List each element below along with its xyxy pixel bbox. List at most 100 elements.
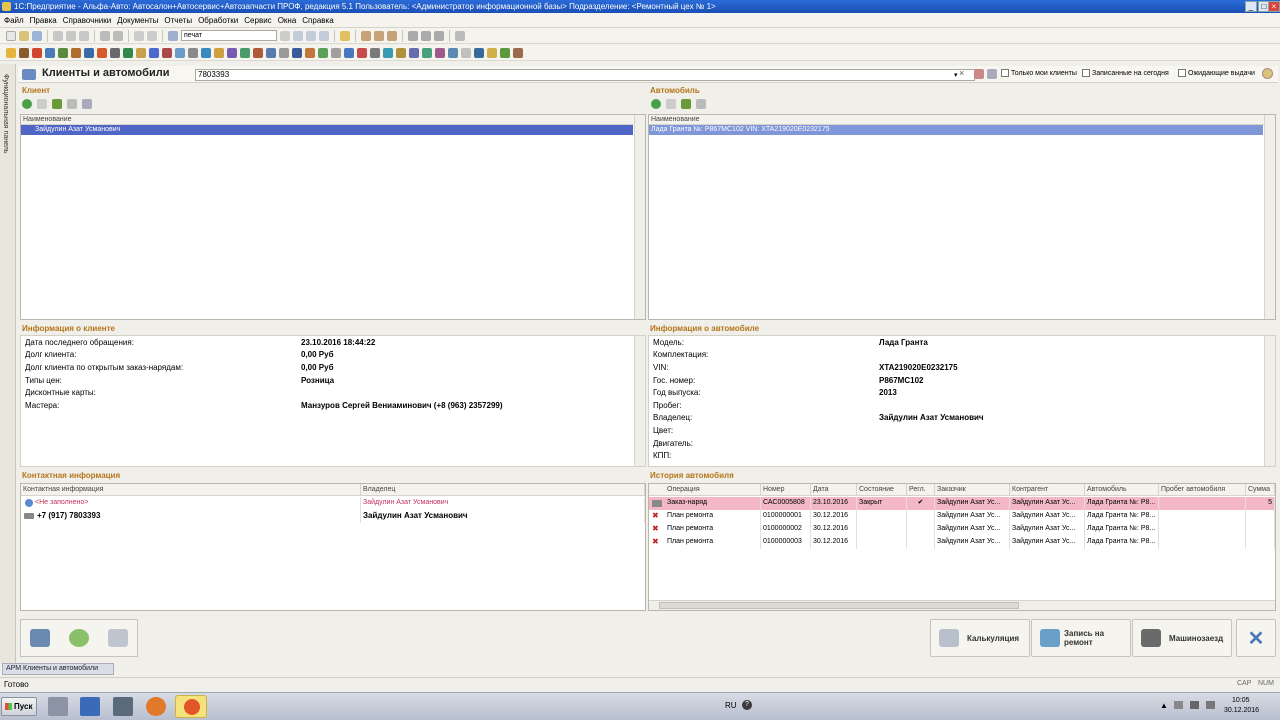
history-row[interactable]: ✖ План ремонта 0100000003 30.12.2016 Зай… [649,536,1275,549]
m-icon[interactable] [408,30,418,41]
func-icon-32[interactable] [409,47,419,58]
m-plus-icon[interactable] [421,30,431,41]
filter-my-clients[interactable]: Только мои клиенты [1001,69,1077,77]
history-table[interactable]: Операция Номер Дата Состояние Регл. Зака… [648,483,1276,611]
filter-today[interactable]: Записанные на сегодня [1082,69,1169,77]
func-icon-24[interactable] [305,47,315,58]
client-list-scrollbar[interactable] [634,115,645,319]
client-list-header[interactable]: Наименование [21,115,645,125]
func-icon-17[interactable] [214,47,224,58]
func-icon-7[interactable] [84,47,94,58]
copy-icon[interactable] [666,99,676,109]
filter-clear-icon[interactable] [974,69,984,79]
sms-icon[interactable] [68,629,89,647]
onec-app-button[interactable] [175,695,207,718]
open-icon[interactable] [19,30,29,41]
search-next-icon[interactable] [293,30,303,41]
col-contact-info[interactable]: Контактная информация [21,484,361,496]
edit-icon[interactable] [681,99,691,109]
group-icon[interactable] [82,99,92,109]
calc-icon[interactable] [374,30,384,41]
undo-icon[interactable] [134,30,144,41]
settings-icon[interactable] [987,69,997,79]
contact-row[interactable]: +7 (917) 7803393 Зайдулин Азат Усманович [21,510,645,523]
tray-expand-icon[interactable]: ▲ [1160,701,1168,710]
search-prev-icon[interactable] [306,30,316,41]
m-minus-icon[interactable] [434,30,444,41]
func-icon-20[interactable] [253,47,263,58]
menu-reports[interactable]: Отчеты [164,16,192,25]
func-icon-26[interactable] [331,47,341,58]
func-icon-10[interactable] [123,47,133,58]
car-info-scrollbar[interactable] [1264,336,1275,466]
col-customer[interactable]: Заказчик [935,484,1010,496]
menu-file[interactable]: Файл [4,16,24,25]
paste-icon[interactable] [79,30,89,41]
search-dropdown-icon[interactable]: ▾ [954,71,958,79]
car-entry-button[interactable]: Машинозаезд [1132,619,1232,657]
func-icon-40[interactable] [513,47,523,58]
func-icon-37[interactable] [474,47,484,58]
func-icon-16[interactable] [201,47,211,58]
history-hscrollbar[interactable] [649,600,1275,610]
repair-booking-button[interactable]: Запись на ремонт [1031,619,1131,657]
func-icon-11[interactable] [136,47,146,58]
window-tab[interactable]: АРМ Клиенты и автомобили [2,663,114,675]
explorer-icon[interactable] [113,697,133,716]
flag-icon[interactable] [1174,701,1183,709]
car-row-selected[interactable]: Лада Гранта №: Р867МС102 VIN: XTA219020E… [649,125,1263,135]
col-operation[interactable]: Операция [649,484,761,496]
clock-time[interactable]: 10:05 [1232,697,1250,704]
col-number[interactable]: Номер [761,484,811,496]
car-list[interactable]: Наименование Лада Гранта №: Р867МС102 VI… [648,114,1276,320]
col-date[interactable]: Дата [811,484,857,496]
calendar-icon[interactable] [361,30,371,41]
minimize-button[interactable]: _ [1245,1,1257,12]
func-icon-18[interactable] [227,47,237,58]
func-icon-3[interactable] [32,47,42,58]
volume-icon[interactable] [1206,701,1215,709]
func-icon-2[interactable] [19,47,29,58]
func-icon-15[interactable] [188,47,198,58]
func-icon-4[interactable] [45,47,55,58]
email-send-icon[interactable] [107,629,128,647]
checkbox[interactable] [1082,69,1090,77]
menu-processing[interactable]: Обработки [198,16,238,25]
start-button[interactable]: Пуск [1,697,37,716]
car-list-scrollbar[interactable] [1264,115,1275,319]
redo-icon[interactable] [147,30,157,41]
copy-window-icon[interactable] [319,30,329,41]
menu-catalogs[interactable]: Справочники [63,16,111,25]
client-row-selected[interactable]: Зайдулин Азат Усманович [21,125,633,135]
func-icon-5[interactable] [58,47,68,58]
add-icon[interactable] [22,99,32,109]
func-icon-19[interactable] [240,47,250,58]
new-icon[interactable] [6,30,16,41]
menu-windows[interactable]: Окна [278,16,297,25]
col-reglament[interactable]: Регл. [907,484,935,496]
col-sum[interactable]: Сумма [1246,484,1275,496]
menu-documents[interactable]: Документы [117,16,158,25]
col-owner[interactable]: Владелец [361,484,645,496]
func-icon-30[interactable] [383,47,393,58]
add-icon[interactable] [651,99,661,109]
filter-awaiting[interactable]: Ожидающие выдачи [1178,69,1255,77]
refresh-icon[interactable] [696,99,706,109]
func-icon-8[interactable] [97,47,107,58]
func-icon-33[interactable] [422,47,432,58]
functional-panel[interactable]: Функциональная панель [0,64,16,664]
func-icon-34[interactable] [435,47,445,58]
func-icon-23[interactable] [292,47,302,58]
func-icon-39[interactable] [500,47,510,58]
client-search-input[interactable]: 7803393 [195,69,975,81]
func-icon-35[interactable] [448,47,458,58]
func-icon-12[interactable] [149,47,159,58]
car-list-header[interactable]: Наименование [649,115,1275,125]
col-mileage[interactable]: Пробег автомобиля [1159,484,1246,496]
preview-icon[interactable] [113,30,123,41]
func-icon-13[interactable] [162,47,172,58]
func-icon-1[interactable] [6,47,16,58]
func-icon-38[interactable] [487,47,497,58]
close-form-button[interactable]: ✕ [1236,619,1276,657]
func-icon-25[interactable] [318,47,328,58]
